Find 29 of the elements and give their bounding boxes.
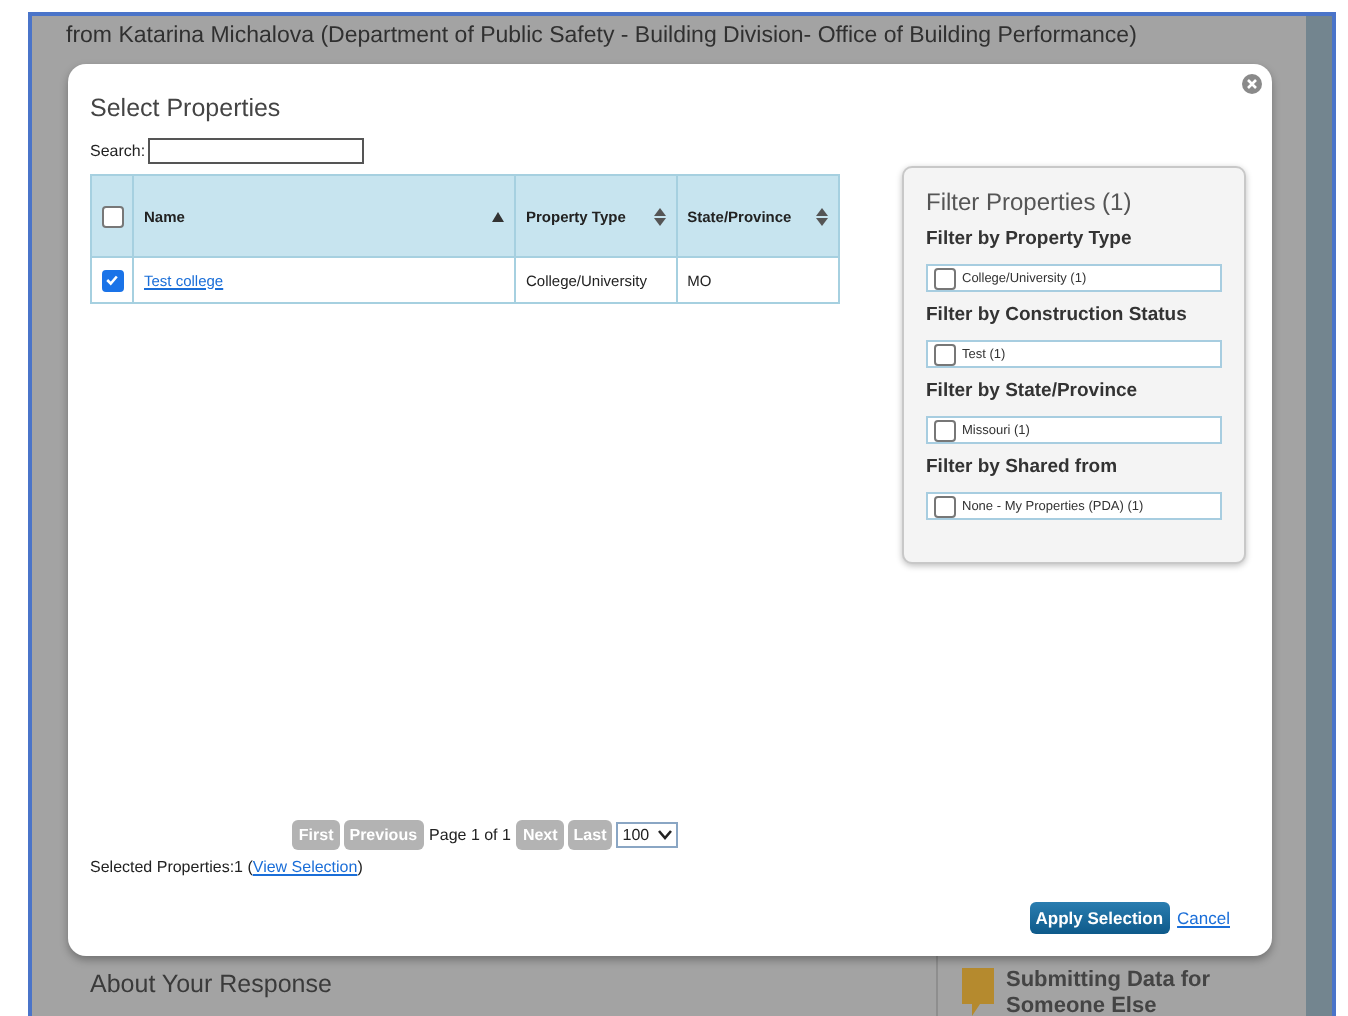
help-card-title: Submitting Data for Someone Else: [1006, 968, 1213, 1016]
filter-group-title: Filter by Shared from: [926, 456, 1120, 478]
cancel-link[interactable]: Cancel: [1177, 908, 1230, 928]
filter-title: Filter Properties (1): [926, 188, 1134, 216]
checkbox[interactable]: [934, 419, 956, 441]
dialog-title: Select Properties: [90, 94, 283, 122]
close-icon[interactable]: [1242, 74, 1262, 94]
page-size-select[interactable]: 100: [616, 822, 678, 848]
section-title: About Your Response: [90, 970, 332, 998]
page-header: from Katarina Michalova (Department of Public Safety - Building Division- Office of Building Performance): [66, 24, 1139, 48]
checkbox[interactable]: [101, 269, 123, 291]
search-label: Search:: [90, 142, 146, 160]
checkbox[interactable]: [934, 495, 956, 517]
sort-icon[interactable]: [653, 207, 666, 225]
view-selection-link[interactable]: View Selection: [252, 858, 358, 876]
search-field[interactable]: [147, 138, 364, 164]
sort-icon[interactable]: [816, 207, 828, 225]
sort-ascending-icon[interactable]: [492, 211, 504, 221]
checkbox[interactable]: [934, 343, 956, 365]
speech-bubble-icon: [962, 968, 994, 1016]
apply-selection-button[interactable]: Apply Selection: [1029, 902, 1170, 934]
checkbox[interactable]: [934, 267, 956, 289]
selected-properties-text: Selected Properties:1 (View Selection): [90, 858, 363, 876]
filter-group-title: Filter by Property Type: [926, 228, 1134, 250]
page-info: Page 1 of 1: [429, 826, 511, 844]
filter-group-title: Filter by State/Province: [926, 380, 1140, 402]
caret-icon: [657, 830, 672, 840]
filter-group-title: Filter by Construction Status: [926, 304, 1189, 326]
checkbox[interactable]: [101, 205, 123, 227]
